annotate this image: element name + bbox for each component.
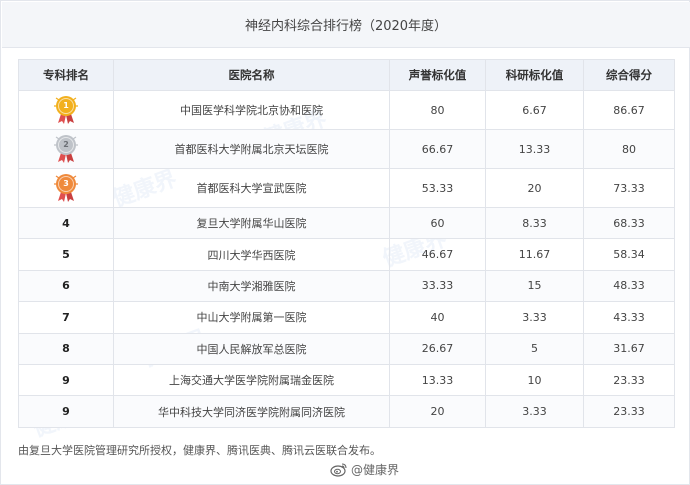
hospital-name-cell: 中国医学科学院北京协和医院	[113, 90, 390, 130]
hospital-name-cell: 复旦大学附属华山医院	[113, 206, 390, 240]
reputation-cell: 20	[389, 395, 486, 428]
table-row: 7 中山大学附属第一医院 40 3.33 43.33	[18, 301, 675, 334]
column-header-score: 综合得分	[583, 59, 675, 91]
hospital-name-cell: 首都医科大学附属北京天坛医院	[113, 129, 390, 169]
rank-cell: 5	[18, 238, 114, 271]
research-cell: 15	[485, 269, 584, 303]
reputation-cell: 46.67	[389, 238, 486, 271]
reputation-cell: 40	[389, 301, 486, 334]
table-row: 9 华中科技大学同济医学院附属同济医院 20 3.33 23.33	[18, 395, 675, 428]
watermark-text: @健康界	[351, 463, 400, 477]
page-title: 神经内科综合排行榜（2020年度）	[2, 2, 690, 48]
rank-cell: 1	[18, 90, 114, 130]
table-row: 9 上海交通大学医学院附属瑞金医院 13.33 10 23.33	[18, 363, 675, 397]
footer-note: 由复旦大学医院管理研究所授权，健康界、腾讯医典、腾讯云医联合发布。	[18, 444, 381, 457]
table-row: 8 中国人民解放军总医院 26.67 5 31.67	[18, 332, 675, 365]
reputation-cell: 13.33	[389, 363, 486, 397]
research-cell: 3.33	[485, 395, 584, 428]
score-cell: 73.33	[583, 168, 675, 208]
score-cell: 48.33	[583, 269, 675, 303]
medal-rank-number: 1	[63, 100, 69, 110]
reputation-cell: 26.67	[389, 332, 486, 365]
research-cell: 8.33	[485, 206, 584, 240]
score-cell: 43.33	[583, 301, 675, 334]
reputation-cell: 53.33	[389, 168, 486, 208]
hospital-name-cell: 中南大学湘雅医院	[113, 269, 390, 303]
ranking-card: 神经内科综合排行榜（2020年度） 健康界 健康界 健康界 健康界 健康界 专科…	[0, 0, 690, 485]
hospital-name-cell: 中山大学附属第一医院	[113, 301, 390, 334]
research-cell: 20	[485, 168, 584, 208]
score-cell: 31.67	[583, 332, 675, 365]
table-row: 5 四川大学华西医院 46.67 11.67 58.34	[18, 238, 675, 271]
rank-cell: 6	[18, 269, 114, 303]
reputation-cell: 60	[389, 206, 486, 240]
watermark: @健康界	[330, 461, 399, 478]
score-cell: 68.33	[583, 206, 675, 240]
score-cell: 80	[583, 129, 675, 169]
gold-medal-icon: 1	[53, 94, 79, 124]
medal-rank-number: 2	[63, 139, 69, 149]
research-cell: 6.67	[485, 90, 584, 130]
research-cell: 10	[485, 363, 584, 397]
research-cell: 3.33	[485, 301, 584, 334]
hospital-name-cell: 上海交通大学医学院附属瑞金医院	[113, 363, 390, 397]
score-cell: 23.33	[583, 395, 675, 428]
rank-cell: 7	[18, 301, 114, 334]
score-cell: 58.34	[583, 238, 675, 271]
hospital-name-cell: 四川大学华西医院	[113, 238, 390, 271]
column-header-rank: 专科排名	[18, 59, 114, 91]
reputation-cell: 80	[389, 90, 486, 130]
research-cell: 11.67	[485, 238, 584, 271]
column-header-hospital: 医院名称	[113, 59, 390, 91]
table-row: 6 中南大学湘雅医院 33.33 15 48.33	[18, 269, 675, 303]
weibo-icon	[330, 463, 347, 477]
table-row: 4 复旦大学附属华山医院 60 8.33 68.33	[18, 206, 675, 240]
silver-medal-icon: 2	[53, 133, 79, 163]
rank-cell: 9	[18, 395, 114, 428]
column-header-research: 科研标化值	[485, 59, 584, 91]
hospital-name-cell: 首都医科大学宣武医院	[113, 168, 390, 208]
rank-cell: 8	[18, 332, 114, 365]
reputation-cell: 66.67	[389, 129, 486, 169]
rank-cell: 2	[18, 129, 114, 169]
score-cell: 23.33	[583, 363, 675, 397]
table-header-row: 专科排名 医院名称 声誉标化值 科研标化值 综合得分	[18, 59, 675, 91]
score-cell: 86.67	[583, 90, 675, 130]
table-row: 1 中国医学科学院北京协和医院 80 6.67 86.67	[18, 90, 675, 130]
bronze-medal-icon: 3	[53, 172, 79, 202]
table-row: 2 首都医科大学附属北京天坛医院 66.67 13.33 80	[18, 129, 675, 169]
research-cell: 13.33	[485, 129, 584, 169]
table-row: 3 首都医科大学宣武医院 53.33 20 73.33	[18, 168, 675, 208]
rank-cell: 4	[18, 206, 114, 240]
rank-cell: 3	[18, 168, 114, 208]
ranking-table: 专科排名 医院名称 声誉标化值 科研标化值 综合得分 1 中国医学科学院北京协和医…	[18, 59, 675, 428]
reputation-cell: 33.33	[389, 269, 486, 303]
medal-rank-number: 3	[63, 178, 69, 188]
hospital-name-cell: 华中科技大学同济医学院附属同济医院	[113, 395, 390, 428]
hospital-name-cell: 中国人民解放军总医院	[113, 332, 390, 365]
column-header-reputation: 声誉标化值	[389, 59, 486, 91]
research-cell: 5	[485, 332, 584, 365]
rank-cell: 9	[18, 363, 114, 397]
